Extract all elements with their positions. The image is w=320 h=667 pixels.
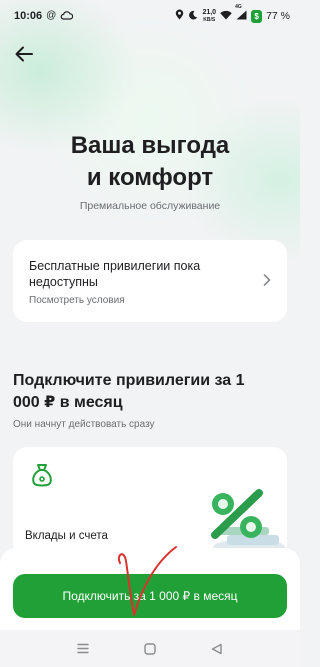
moon-icon [188,10,198,23]
net-speed: 21,0 KB/S [202,9,216,24]
chevron-right-icon [263,274,271,286]
back-button[interactable] [12,42,36,66]
recent-apps-button[interactable] [71,637,95,661]
status-time: 10:06 [14,10,43,22]
battery-percent: 77 % [266,10,290,22]
subscribe-button[interactable]: Подключить за 1 000 ₽ в месяц [13,574,287,618]
status-left: 10:06 @ [14,10,74,23]
back-icon [211,643,222,654]
title-line-2: и комфорт [86,164,214,191]
page-subtitle: Премиальное обслуживание [79,200,221,212]
cloud-icon [60,10,74,23]
home-button[interactable] [138,637,162,661]
status-bar: 10:06 @ 21,0 KB/S 4G $ 77 % [0,0,300,32]
wifi-icon [220,10,232,23]
network-type: 4G [235,3,242,10]
privileges-card-subtitle: Посмотреть условия [29,295,125,306]
percent-illustration [211,489,285,555]
privileges-card-title: Бесплатные привилегии пока недоступны [29,259,201,289]
money-bag-icon [32,464,52,487]
connect-section-title: Подключите привилегии за 1 000 ₽ в месяц [13,372,245,411]
battery-saver-icon: $ [251,9,263,23]
net-speed-value: 21,0 [202,8,217,16]
page-title: Ваша выгода и комфорт [0,130,300,194]
title-line-1: Ваша выгода [70,132,230,159]
recent-apps-icon [77,643,90,654]
connect-section-subtitle: Они начнут действовать сразу [13,419,155,430]
status-right: 21,0 KB/S 4G $ 77 % [175,4,290,24]
deposit-card-label: Вклады и счета [25,530,108,542]
arrow-left-icon [15,46,33,62]
privileges-card[interactable]: Бесплатные привилегии пока недоступны По… [13,240,287,322]
system-nav-bar [0,630,300,667]
net-speed-unit: KB/S [203,16,216,23]
signal-icon: 4G [235,4,247,23]
deposit-card[interactable]: Вклады и счета [13,447,287,557]
nav-back-button[interactable] [205,637,229,661]
home-icon [144,642,156,655]
location-icon [175,9,184,23]
at-icon: @ [46,10,57,21]
